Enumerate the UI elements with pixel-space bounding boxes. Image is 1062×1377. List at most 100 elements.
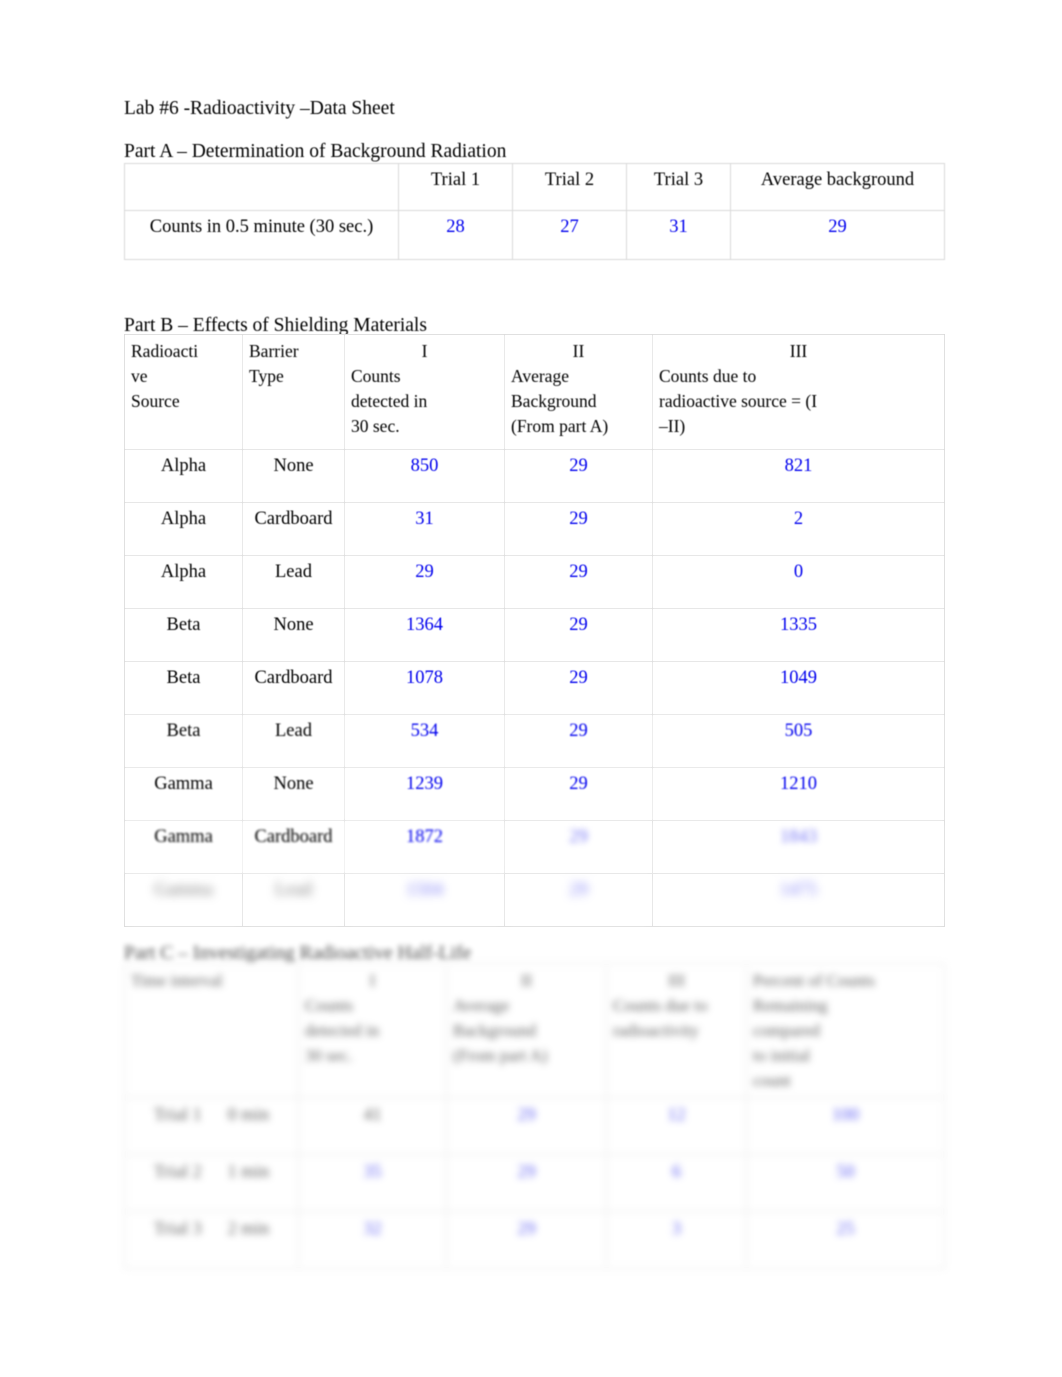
header-trial-2: Trial 2: [512, 163, 627, 211]
header-col-i-line-3: 30 sec.: [305, 1046, 353, 1065]
cell-trial-time: 1 min: [227, 1161, 270, 1181]
cell-barrier: Cardboard: [242, 502, 345, 556]
cell-counts: 534: [344, 714, 505, 768]
cell-background: 29: [504, 714, 653, 768]
header-numeral-iii: III: [668, 971, 685, 990]
table-row: Gamma Cardboard 1872 29 1843: [124, 820, 945, 874]
header-col-i-line-2: detected in: [305, 1021, 380, 1040]
cell-background: 29: [504, 820, 653, 874]
header-col-i-line-2: detected in: [351, 391, 428, 411]
table-row: Trial 2 1 min 35 29 6 50: [124, 1154, 945, 1212]
cell-source: Gamma: [124, 873, 243, 927]
cell-barrier: Cardboard: [242, 820, 345, 874]
cell-source: Gamma: [124, 767, 243, 821]
page-title: Lab #6 -Radioactivity –Data Sheet: [124, 98, 395, 119]
header-col-i-line-1: Counts: [351, 366, 401, 386]
cell-net-counts: 821: [652, 449, 945, 503]
cell-counts: 1504: [344, 873, 505, 927]
cell-net-counts: 12: [606, 1097, 747, 1155]
cell-counts: 1364: [344, 608, 505, 662]
cell-trial-time: 0 min: [227, 1104, 270, 1124]
cell-time-interval: Trial 2 1 min: [124, 1154, 299, 1212]
cell-net-counts: 1475: [652, 873, 945, 927]
cell-barrier: None: [242, 449, 345, 503]
header-barrier-line-2: Type: [249, 366, 284, 386]
cell-net-counts: 1335: [652, 608, 945, 662]
cell-background: 29: [446, 1154, 607, 1212]
header-percent-line-5: count: [753, 1071, 791, 1090]
cell-counts: 32: [298, 1211, 447, 1269]
cell-background: 29: [504, 873, 653, 927]
cell-source: Gamma: [124, 820, 243, 874]
header-trial-1: Trial 1: [398, 163, 513, 211]
value-average-background: 29: [730, 210, 945, 260]
header-col-ii-line-3: (From part A): [511, 416, 609, 436]
cell-trial-label: Trial 2: [153, 1161, 202, 1181]
table-header-row: Time interval I Counts detected in 30 se…: [124, 963, 945, 1098]
table-row: Alpha Cardboard 31 29 2: [124, 502, 945, 556]
cell-net-counts: 505: [652, 714, 945, 768]
part-c-table: Time interval I Counts detected in 30 se…: [124, 963, 945, 1269]
header-col-ii-line-1: Average: [453, 996, 510, 1015]
part-a-heading: Part A – Determination of Background Rad…: [124, 141, 507, 162]
header-numeral-iii: III: [789, 341, 808, 361]
cell-background: 29: [504, 555, 653, 609]
cell-source: Alpha: [124, 449, 243, 503]
cell-background: 29: [446, 1211, 607, 1269]
cell-net-counts: 2: [652, 502, 945, 556]
header-col-i-line-1: Counts: [305, 996, 354, 1015]
header-radioactive-source: Radioacti ve Source: [124, 334, 243, 450]
cell-time-interval: Trial 1 0 min: [124, 1097, 299, 1155]
header-blank: [124, 163, 399, 211]
header-source-line-3: Source: [131, 391, 180, 411]
header-column-i: I Counts detected in 30 sec.: [298, 963, 447, 1098]
header-percent-line-3: compared: [753, 1021, 821, 1040]
cell-net-counts: 1049: [652, 661, 945, 715]
value-trial-1: 28: [398, 210, 513, 260]
cell-counts: 850: [344, 449, 505, 503]
cell-barrier: Cardboard: [242, 661, 345, 715]
cell-counts: 1239: [344, 767, 505, 821]
cell-net-counts: 1210: [652, 767, 945, 821]
header-col-ii-line-1: Average: [511, 366, 569, 386]
cell-percent-remaining: 25: [746, 1211, 945, 1269]
header-column-iii: III Counts due to radioactive source = (…: [652, 334, 945, 450]
header-col-iii-line-1: Counts due to: [613, 996, 708, 1015]
header-col-ii-line-3: (From part A): [453, 1046, 548, 1065]
header-source-line-2: ve: [131, 366, 148, 386]
cell-background: 29: [504, 767, 653, 821]
cell-percent-remaining: 100: [746, 1097, 945, 1155]
cell-counts: 1872: [344, 820, 505, 874]
cell-counts: 41: [298, 1097, 447, 1155]
header-percent-line-4: to initial: [753, 1046, 811, 1065]
cell-barrier: None: [242, 767, 345, 821]
part-b-table: Radioacti ve Source Barrier Type I Count…: [124, 334, 945, 927]
header-percent-line-2: Remaining: [753, 996, 828, 1015]
header-barrier-type: Barrier Type: [242, 334, 345, 450]
header-numeral-ii: II: [520, 971, 533, 990]
header-col-iii-line-2: radioactive source = (I: [659, 391, 818, 411]
part-a-table: Trial 1 Trial 2 Trial 3 Average backgrou…: [124, 163, 945, 260]
cell-time-interval: Trial 3 2 min: [124, 1211, 299, 1269]
table-row: Trial 1 0 min 41 29 12 100: [124, 1097, 945, 1155]
cell-trial-label: Trial 1: [153, 1104, 202, 1124]
cell-source: Alpha: [124, 555, 243, 609]
header-numeral-i: I: [421, 341, 428, 361]
header-column-ii: II Average Background (From part A): [504, 334, 653, 450]
table-header-row: Radioacti ve Source Barrier Type I Count…: [124, 334, 945, 450]
cell-background: 29: [446, 1097, 607, 1155]
table-row: Trial 3 2 min 32 29 3 25: [124, 1211, 945, 1269]
cell-percent-remaining: 50: [746, 1154, 945, 1212]
header-column-ii: II Average Background (From part A): [446, 963, 607, 1098]
header-percent-line-1: Percent of Counts: [753, 971, 875, 990]
document-page: Lab #6 -Radioactivity –Data Sheet Part A…: [0, 0, 1062, 1377]
cell-barrier: Lead: [242, 714, 345, 768]
table-row: Beta None 1364 29 1335: [124, 608, 945, 662]
row-label-counts: Counts in 0.5 minute (30 sec.): [124, 210, 399, 260]
cell-background: 29: [504, 449, 653, 503]
cell-net-counts: 0: [652, 555, 945, 609]
cell-source: Beta: [124, 608, 243, 662]
table-row: Alpha None 850 29 821: [124, 449, 945, 503]
header-column-percent: Percent of Counts Remaining compared to …: [746, 963, 945, 1098]
header-column-iii: III Counts due to radioactivity: [606, 963, 747, 1098]
